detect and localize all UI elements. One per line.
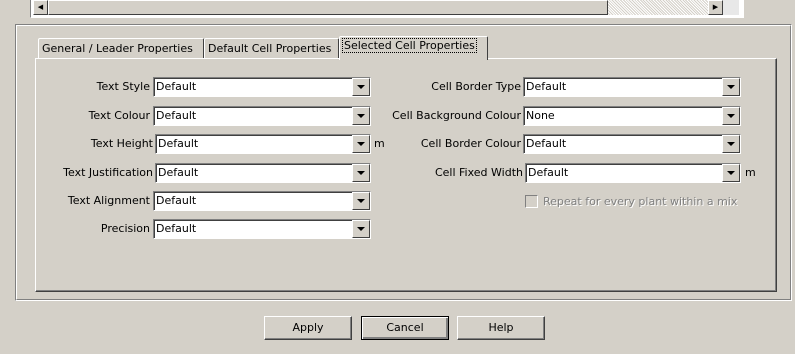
cell-border-colour-select[interactable]: Default [523, 134, 741, 154]
chevron-down-icon[interactable] [352, 164, 370, 182]
text-alignment-select[interactable]: Default [153, 191, 371, 211]
cell-border-colour-value: Default [526, 137, 567, 150]
chevron-down-icon[interactable] [722, 107, 740, 125]
cell-border-type-label: Cell Border Type [431, 80, 521, 93]
text-justification-label: Text Justification [63, 166, 153, 179]
chevron-down-icon[interactable] [352, 135, 370, 153]
repeat-checkbox-label: Repeat for every plant within a mix [543, 195, 738, 208]
chevron-down-icon[interactable] [352, 107, 370, 125]
text-style-select[interactable]: Default [153, 77, 371, 97]
cell-background-colour-label: Cell Background Colour [392, 109, 521, 122]
text-style-label: Text Style [96, 80, 150, 93]
text-height-label: Text Height [90, 137, 153, 150]
precision-value: Default [156, 222, 197, 235]
cell-border-type-value: Default [526, 80, 567, 93]
repeat-checkbox[interactable] [525, 195, 538, 208]
text-alignment-label: Text Alignment [67, 194, 150, 207]
cell-fixed-width-label: Cell Fixed Width [434, 166, 523, 179]
precision-label: Precision [100, 222, 150, 235]
cell-fixed-width-unit: m [745, 166, 756, 179]
chevron-down-icon[interactable] [352, 78, 370, 96]
precision-select[interactable]: Default [153, 219, 371, 239]
text-colour-label: Text Colour [88, 109, 150, 122]
cell-border-colour-label: Cell Border Colour [420, 137, 521, 150]
text-height-select[interactable]: Default [155, 134, 371, 154]
chevron-down-icon[interactable] [722, 78, 740, 96]
cell-fixed-width-value: Default [528, 166, 569, 179]
cell-border-type-select[interactable]: Default [523, 77, 741, 97]
text-colour-value: Default [156, 109, 197, 122]
text-style-value: Default [156, 80, 197, 93]
cell-fixed-width-select[interactable]: Default [525, 163, 741, 183]
chevron-down-icon[interactable] [352, 220, 370, 238]
chevron-down-icon[interactable] [722, 135, 740, 153]
cell-background-colour-value: None [526, 109, 555, 122]
cell-background-colour-select[interactable]: None [523, 106, 741, 126]
text-height-value: Default [158, 137, 199, 150]
chevron-down-icon[interactable] [352, 192, 370, 210]
text-justification-value: Default [158, 166, 199, 179]
text-justification-select[interactable]: Default [155, 163, 371, 183]
text-alignment-value: Default [156, 194, 197, 207]
text-colour-select[interactable]: Default [153, 106, 371, 126]
chevron-down-icon[interactable] [722, 164, 740, 182]
